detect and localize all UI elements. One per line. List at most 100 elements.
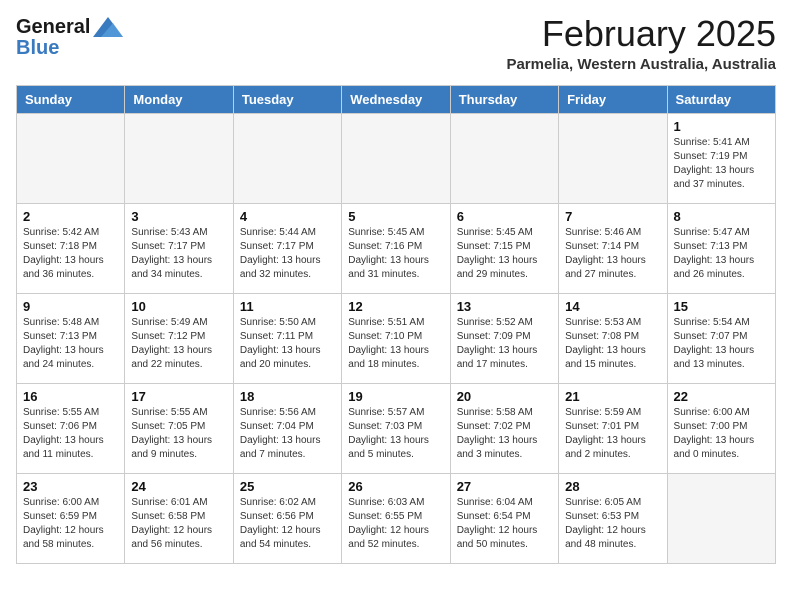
logo-icon bbox=[93, 17, 123, 37]
day-cell: 10 Sunrise: 5:49 AM Sunset: 7:12 PM Dayli… bbox=[125, 294, 233, 384]
day-number: 9 bbox=[23, 299, 118, 314]
day-info: Sunrise: 6:05 AM Sunset: 6:53 PM Dayligh… bbox=[565, 496, 660, 552]
day-cell bbox=[125, 114, 233, 204]
weekday-sunday: Sunday bbox=[17, 86, 125, 114]
day-cell: 14 Sunrise: 5:53 AM Sunset: 7:08 PM Dayli… bbox=[559, 294, 667, 384]
day-cell: 6 Sunrise: 5:45 AM Sunset: 7:15 PM Daylig… bbox=[450, 204, 558, 294]
day-cell: 8Sunrise: 5:47 AM Sunset: 7:13 PM Daylig… bbox=[667, 204, 775, 294]
day-number: 3 bbox=[131, 209, 226, 224]
day-info: Sunrise: 5:55 AM Sunset: 7:05 PM Dayligh… bbox=[131, 406, 226, 462]
day-info: Sunrise: 5:45 AM Sunset: 7:16 PM Dayligh… bbox=[348, 226, 443, 282]
weekday-thursday: Thursday bbox=[450, 86, 558, 114]
day-cell: 5 Sunrise: 5:45 AM Sunset: 7:16 PM Daylig… bbox=[342, 204, 450, 294]
day-number: 5 bbox=[348, 209, 443, 224]
day-number: 21 bbox=[565, 389, 660, 404]
day-cell: 11 Sunrise: 5:50 AM Sunset: 7:11 PM Dayli… bbox=[233, 294, 341, 384]
day-info: Sunrise: 5:49 AM Sunset: 7:12 PM Dayligh… bbox=[131, 316, 226, 372]
day-info: Sunrise: 6:02 AM Sunset: 6:56 PM Dayligh… bbox=[240, 496, 335, 552]
day-number: 14 bbox=[565, 299, 660, 314]
day-info: Sunrise: 6:00 AM Sunset: 7:00 PM Dayligh… bbox=[674, 406, 769, 462]
day-info: Sunrise: 5:55 AM Sunset: 7:06 PM Dayligh… bbox=[23, 406, 118, 462]
day-info: Sunrise: 5:45 AM Sunset: 7:15 PM Dayligh… bbox=[457, 226, 552, 282]
day-number: 22 bbox=[674, 389, 769, 404]
day-cell: 15Sunrise: 5:54 AM Sunset: 7:07 PM Dayli… bbox=[667, 294, 775, 384]
day-cell: 18 Sunrise: 5:56 AM Sunset: 7:04 PM Dayli… bbox=[233, 384, 341, 474]
weekday-tuesday: Tuesday bbox=[233, 86, 341, 114]
header: General Blue February 2025 Parmelia, Wes… bbox=[16, 16, 776, 73]
logo-text: General bbox=[16, 16, 90, 39]
day-info: Sunrise: 6:01 AM Sunset: 6:58 PM Dayligh… bbox=[131, 496, 226, 552]
day-number: 16 bbox=[23, 389, 118, 404]
weekday-wednesday: Wednesday bbox=[342, 86, 450, 114]
day-number: 26 bbox=[348, 479, 443, 494]
day-info: Sunrise: 5:43 AM Sunset: 7:17 PM Dayligh… bbox=[131, 226, 226, 282]
day-number: 7 bbox=[565, 209, 660, 224]
day-cell bbox=[559, 114, 667, 204]
week-row-3: 16 Sunrise: 5:55 AM Sunset: 7:06 PM Dayli… bbox=[17, 384, 776, 474]
day-cell bbox=[17, 114, 125, 204]
day-info: Sunrise: 5:52 AM Sunset: 7:09 PM Dayligh… bbox=[457, 316, 552, 372]
day-number: 18 bbox=[240, 389, 335, 404]
day-cell: 17 Sunrise: 5:55 AM Sunset: 7:05 PM Dayli… bbox=[125, 384, 233, 474]
day-cell: 1 Sunrise: 5:41 AM Sunset: 7:19 PM Daylig… bbox=[667, 114, 775, 204]
day-number: 19 bbox=[348, 389, 443, 404]
day-cell: 13 Sunrise: 5:52 AM Sunset: 7:09 PM Dayli… bbox=[450, 294, 558, 384]
day-cell: 3 Sunrise: 5:43 AM Sunset: 7:17 PM Daylig… bbox=[125, 204, 233, 294]
logo: General Blue bbox=[16, 16, 123, 60]
weekday-header-row: SundayMondayTuesdayWednesdayThursdayFrid… bbox=[17, 86, 776, 114]
weekday-saturday: Saturday bbox=[667, 86, 775, 114]
day-cell: 21 Sunrise: 5:59 AM Sunset: 7:01 PM Dayli… bbox=[559, 384, 667, 474]
day-number: 25 bbox=[240, 479, 335, 494]
day-number: 10 bbox=[131, 299, 226, 314]
day-cell: 2 Sunrise: 5:42 AM Sunset: 7:18 PM Daylig… bbox=[17, 204, 125, 294]
logo-blue-text: Blue bbox=[16, 37, 123, 60]
day-info: Sunrise: 5:46 AM Sunset: 7:14 PM Dayligh… bbox=[565, 226, 660, 282]
week-row-2: 9Sunrise: 5:48 AM Sunset: 7:13 PM Daylig… bbox=[17, 294, 776, 384]
day-info: Sunrise: 5:44 AM Sunset: 7:17 PM Dayligh… bbox=[240, 226, 335, 282]
day-cell: 25 Sunrise: 6:02 AM Sunset: 6:56 PM Dayli… bbox=[233, 474, 341, 564]
day-info: Sunrise: 5:58 AM Sunset: 7:02 PM Dayligh… bbox=[457, 406, 552, 462]
day-info: Sunrise: 5:50 AM Sunset: 7:11 PM Dayligh… bbox=[240, 316, 335, 372]
calendar: SundayMondayTuesdayWednesdayThursdayFrid… bbox=[16, 85, 776, 564]
day-cell: 28Sunrise: 6:05 AM Sunset: 6:53 PM Dayli… bbox=[559, 474, 667, 564]
day-cell: 26 Sunrise: 6:03 AM Sunset: 6:55 PM Dayli… bbox=[342, 474, 450, 564]
day-cell: 7 Sunrise: 5:46 AM Sunset: 7:14 PM Daylig… bbox=[559, 204, 667, 294]
day-info: Sunrise: 5:57 AM Sunset: 7:03 PM Dayligh… bbox=[348, 406, 443, 462]
month-year: February 2025 bbox=[506, 16, 776, 52]
day-number: 8 bbox=[674, 209, 769, 224]
day-number: 6 bbox=[457, 209, 552, 224]
week-row-4: 23Sunrise: 6:00 AM Sunset: 6:59 PM Dayli… bbox=[17, 474, 776, 564]
day-cell: 22 Sunrise: 6:00 AM Sunset: 7:00 PM Dayli… bbox=[667, 384, 775, 474]
day-number: 11 bbox=[240, 299, 335, 314]
day-cell: 20 Sunrise: 5:58 AM Sunset: 7:02 PM Dayli… bbox=[450, 384, 558, 474]
day-info: Sunrise: 6:03 AM Sunset: 6:55 PM Dayligh… bbox=[348, 496, 443, 552]
day-number: 24 bbox=[131, 479, 226, 494]
day-number: 20 bbox=[457, 389, 552, 404]
day-info: Sunrise: 5:59 AM Sunset: 7:01 PM Dayligh… bbox=[565, 406, 660, 462]
day-number: 2 bbox=[23, 209, 118, 224]
day-number: 4 bbox=[240, 209, 335, 224]
day-number: 23 bbox=[23, 479, 118, 494]
title-section: February 2025 Parmelia, Western Australi… bbox=[506, 16, 776, 73]
day-cell: 19 Sunrise: 5:57 AM Sunset: 7:03 PM Dayli… bbox=[342, 384, 450, 474]
day-info: Sunrise: 5:54 AM Sunset: 7:07 PM Dayligh… bbox=[674, 316, 769, 372]
day-number: 17 bbox=[131, 389, 226, 404]
week-row-0: 1 Sunrise: 5:41 AM Sunset: 7:19 PM Daylig… bbox=[17, 114, 776, 204]
day-number: 13 bbox=[457, 299, 552, 314]
day-number: 27 bbox=[457, 479, 552, 494]
day-info: Sunrise: 5:56 AM Sunset: 7:04 PM Dayligh… bbox=[240, 406, 335, 462]
calendar-body: 1 Sunrise: 5:41 AM Sunset: 7:19 PM Daylig… bbox=[17, 114, 776, 564]
day-cell bbox=[667, 474, 775, 564]
day-cell bbox=[342, 114, 450, 204]
day-number: 1 bbox=[674, 119, 769, 134]
day-number: 12 bbox=[348, 299, 443, 314]
day-cell: 4 Sunrise: 5:44 AM Sunset: 7:17 PM Daylig… bbox=[233, 204, 341, 294]
day-info: Sunrise: 5:41 AM Sunset: 7:19 PM Dayligh… bbox=[674, 136, 769, 192]
weekday-friday: Friday bbox=[559, 86, 667, 114]
day-info: Sunrise: 5:42 AM Sunset: 7:18 PM Dayligh… bbox=[23, 226, 118, 282]
weekday-monday: Monday bbox=[125, 86, 233, 114]
day-cell bbox=[233, 114, 341, 204]
day-cell: 27Sunrise: 6:04 AM Sunset: 6:54 PM Dayli… bbox=[450, 474, 558, 564]
day-info: Sunrise: 5:53 AM Sunset: 7:08 PM Dayligh… bbox=[565, 316, 660, 372]
location: Parmelia, Western Australia, Australia bbox=[506, 56, 776, 73]
